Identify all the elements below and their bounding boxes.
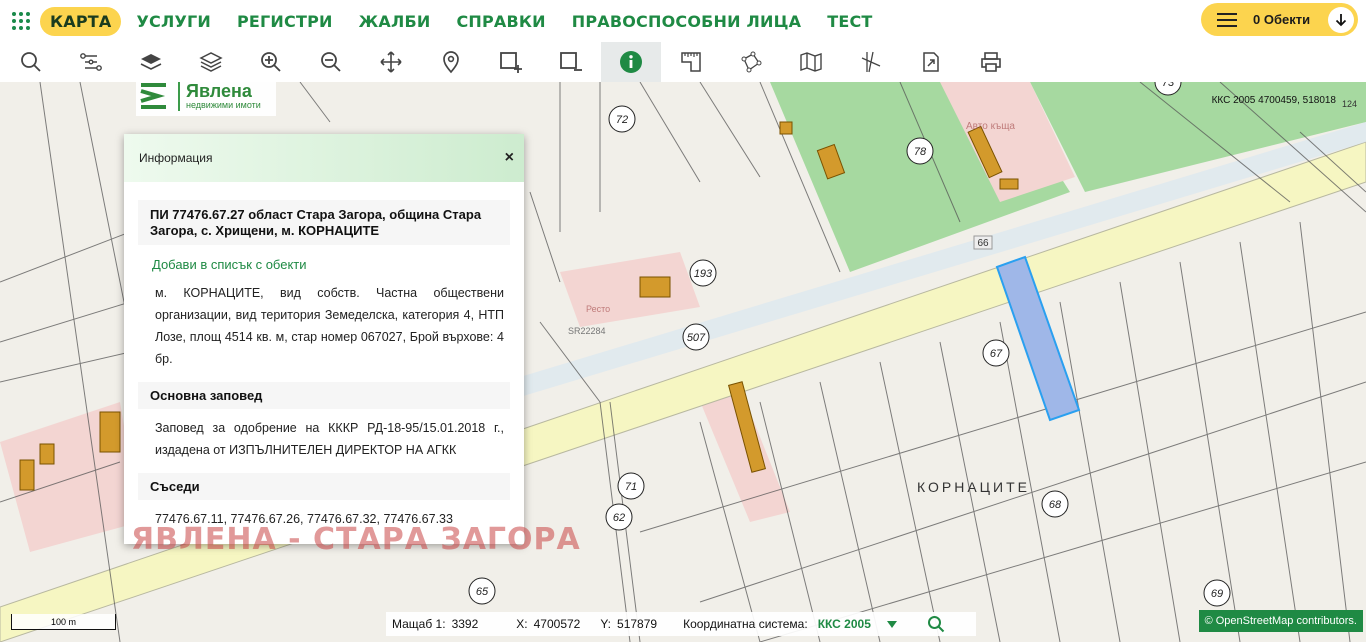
- svg-text:Ресто: Ресто: [586, 304, 610, 314]
- svg-text:62: 62: [613, 512, 625, 524]
- export-icon: [923, 52, 939, 72]
- pan-tool[interactable]: [361, 42, 421, 82]
- layers-stack-icon: [199, 52, 223, 72]
- order-text: Заповед за одобрение на КККР РД-18-95/15…: [155, 421, 504, 457]
- scale-bar: 100 m: [11, 614, 116, 630]
- logo-tagline: недвижими имоти: [186, 100, 261, 110]
- hamburger-menu-icon: [1217, 12, 1237, 27]
- search-icon[interactable]: [927, 615, 945, 633]
- add-to-list-link[interactable]: Добави в списък с обекти: [138, 245, 510, 278]
- objects-button[interactable]: 0 Обекти: [1201, 3, 1358, 36]
- svg-text:507: 507: [687, 332, 706, 344]
- svg-text:68: 68: [1049, 499, 1062, 511]
- route-tool[interactable]: [61, 42, 121, 82]
- x-label: X:: [516, 617, 528, 631]
- scale-label: Мащаб 1:: [392, 617, 446, 631]
- search-tool[interactable]: [1, 42, 61, 82]
- crosshair-tool[interactable]: [841, 42, 901, 82]
- location-tool[interactable]: [421, 42, 481, 82]
- nav-item-uslugi[interactable]: УСЛУГИ: [136, 12, 211, 31]
- nav-item-karta[interactable]: КАРТА: [40, 6, 122, 36]
- svg-text:193: 193: [694, 268, 713, 280]
- crs-label: Координатна система:: [683, 617, 808, 631]
- svg-text:124: 124: [1342, 99, 1357, 109]
- svg-text:69: 69: [1211, 588, 1223, 600]
- info-panel-title: Информация: [139, 151, 213, 165]
- zoom-out-icon: [321, 52, 341, 72]
- svg-text:67: 67: [990, 348, 1003, 360]
- nav-item-zhalbi[interactable]: ЖАЛБИ: [359, 12, 431, 31]
- svg-text:72: 72: [616, 114, 628, 126]
- select-add-icon: [500, 52, 522, 73]
- nav-item-pravosposobni-lica[interactable]: ПРАВОСПОСОБНИ ЛИЦА: [572, 12, 801, 31]
- map-icon: [800, 52, 822, 72]
- parcel-header: ПИ 77476.67.27 област Стара Загора, общи…: [138, 200, 510, 245]
- measure-tool[interactable]: [661, 42, 721, 82]
- info-tool[interactable]: [601, 42, 661, 82]
- search-icon: [21, 52, 41, 72]
- export-tool[interactable]: [901, 42, 961, 82]
- nav-item-registri[interactable]: РЕГИСТРИ: [237, 12, 333, 31]
- select-remove-icon: [560, 52, 582, 71]
- polygon-icon: [741, 51, 762, 73]
- svg-text:66: 66: [977, 238, 989, 249]
- measure-icon: [681, 52, 701, 72]
- svg-text:SR22284: SR22284: [568, 326, 606, 336]
- select-remove-tool[interactable]: [541, 42, 601, 82]
- x-value: 4700572: [533, 617, 581, 631]
- coordinates-top-label: ККС 2005 4700459, 518018: [1211, 95, 1336, 106]
- apps-grid-icon[interactable]: [12, 10, 34, 32]
- svg-text:73: 73: [1162, 82, 1175, 89]
- status-bar: 100 m Мащаб 1: 3392 X: 4700572 Y: 517879…: [0, 610, 1366, 642]
- arrow-down-icon[interactable]: [1328, 6, 1354, 33]
- close-icon[interactable]: ×: [505, 149, 514, 167]
- zoom-in-icon: [261, 52, 281, 72]
- parcel-description: м. КОРНАЦИТЕ, вид собств. Частна обществ…: [155, 286, 504, 366]
- zoom-in-tool[interactable]: [241, 42, 301, 82]
- svg-text:Авто къща: Авто къща: [966, 121, 1015, 132]
- chevron-down-icon[interactable]: [886, 620, 897, 628]
- top-navigation: КАРТА УСЛУГИ РЕГИСТРИ ЖАЛБИ СПРАВКИ ПРАВ…: [0, 0, 1366, 42]
- svg-text:78: 78: [914, 146, 927, 158]
- yavlena-logo: Явлена недвижими имоти: [136, 82, 276, 116]
- map-toolbar: [0, 42, 1366, 82]
- crs-select[interactable]: ККС 2005: [818, 617, 871, 631]
- svg-text:71: 71: [625, 481, 637, 493]
- zoom-out-tool[interactable]: [301, 42, 361, 82]
- info-panel-header: Информация ×: [124, 134, 524, 182]
- logo-brand: Явлена: [186, 82, 252, 101]
- polygon-tool[interactable]: [721, 42, 781, 82]
- svg-text:65: 65: [476, 586, 489, 598]
- select-add-tool[interactable]: [481, 42, 541, 82]
- nav-item-spravki[interactable]: СПРАВКИ: [456, 12, 545, 31]
- osm-attribution[interactable]: © OpenStreetMap contributors.: [1198, 610, 1363, 632]
- order-section-title: Основна заповед: [138, 382, 510, 409]
- route-icon: [80, 53, 102, 71]
- crosshair-icon: [861, 51, 881, 73]
- info-panel: Информация × ПИ 77476.67.27 област Стара…: [124, 134, 524, 544]
- scale-value[interactable]: 3392: [452, 617, 479, 631]
- locality-label: КОРНАЦИТЕ: [917, 479, 1030, 495]
- neighbors-section-title: Съседи: [138, 473, 510, 500]
- map-status: Мащаб 1: 3392 X: 4700572 Y: 517879 Коорд…: [386, 612, 976, 636]
- watermark: ЯВЛЕНА - СТАРА ЗАГОРА: [131, 522, 581, 557]
- y-value: 517879: [617, 617, 658, 631]
- print-icon: [981, 52, 1001, 72]
- layers-stack-tool[interactable]: [181, 42, 241, 82]
- print-tool[interactable]: [961, 42, 1021, 82]
- location-pin-icon: [443, 51, 459, 74]
- info-icon: [620, 51, 642, 73]
- y-label: Y:: [600, 617, 612, 631]
- yavlena-logo-mark: [140, 83, 166, 109]
- nav-item-test[interactable]: ТЕСТ: [827, 12, 872, 31]
- objects-count-label: 0 Обекти: [1253, 12, 1311, 27]
- pan-icon: [380, 51, 402, 73]
- layers-tool[interactable]: [121, 42, 181, 82]
- layers-icon: [140, 54, 162, 70]
- map-tool[interactable]: [781, 42, 841, 82]
